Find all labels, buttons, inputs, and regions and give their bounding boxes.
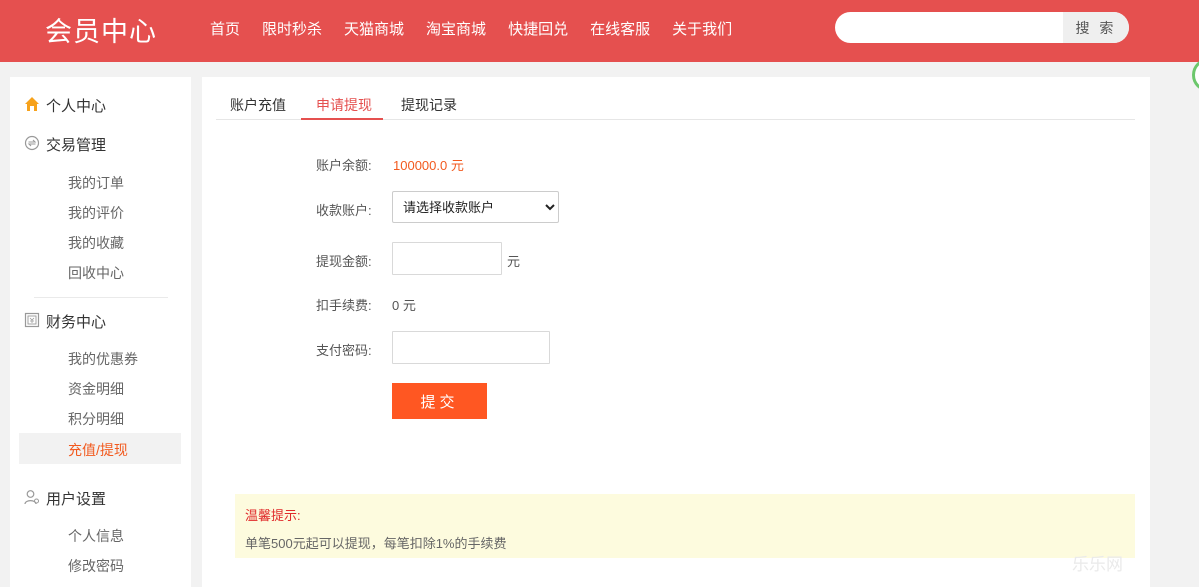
nav-taobao[interactable]: 淘宝商城 [426,18,486,39]
tip-title: 温馨提示: [245,508,301,523]
tab-recharge[interactable]: 账户充值 [230,95,286,115]
search-button[interactable]: 搜 索 [1063,12,1129,43]
sidebar-trade-header: 交易管理 [24,134,107,155]
balance-label: 账户余额: [316,158,372,173]
account-select[interactable]: 请选择收款账户 [392,191,559,223]
sidebar-item-points[interactable]: 积分明细 [68,409,124,429]
sidebar-item-recycle[interactable]: 回收中心 [68,263,124,283]
tab-withdraw-records[interactable]: 提现记录 [401,95,457,115]
sidebar-item-change-password[interactable]: 修改密码 [68,556,124,576]
tab-withdraw[interactable]: 申请提现 [316,95,372,115]
tab-bar: 账户充值 申请提现 提现记录 [216,77,1135,120]
submit-button[interactable]: 提交 [392,383,487,419]
search-input[interactable] [835,12,1063,43]
sidebar: 个人中心 交易管理 我的订单 我的评价 我的收藏 回收中心 财务中心 我的优惠券… [10,77,191,587]
exchange-icon [24,135,40,151]
password-input[interactable] [392,331,550,364]
password-label: 支付密码: [316,343,372,358]
sidebar-item-recharge-withdraw[interactable]: 充值/提现 [68,440,128,460]
user-settings-icon [24,490,39,505]
tip-box: 温馨提示: 单笔500元起可以提现，每笔扣除1%的手续费 [235,494,1135,558]
sidebar-divider [34,297,168,298]
floating-widget-icon[interactable] [1192,58,1199,92]
fee-label: 扣手续费: [316,298,372,313]
nav-online-service[interactable]: 在线客服 [590,18,650,39]
sidebar-item-coupons[interactable]: 我的优惠券 [68,349,138,369]
site-logo[interactable]: 会员中心 [45,10,157,49]
account-label: 收款账户: [316,203,372,218]
sidebar-user-title: 用户设置 [46,491,107,508]
sidebar-item-favorites[interactable]: 我的收藏 [68,233,124,253]
home-icon [25,97,39,111]
amount-input[interactable] [392,242,502,275]
search-bar: 搜 索 [835,12,1129,43]
nav-flash-sale[interactable]: 限时秒杀 [262,18,322,39]
amount-label: 提现金额: [316,254,372,269]
balance-value: 100000.0 元 [393,158,464,173]
main-panel: 账户充值 申请提现 提现记录 账户余额: 100000.0 元 收款账户: 请选… [202,77,1150,587]
sidebar-user-header: 用户设置 [24,488,107,509]
wallet-icon [24,312,40,328]
sidebar-item-orders[interactable]: 我的订单 [68,173,124,193]
sidebar-finance-header: 财务中心 [24,311,107,332]
sidebar-item-profile[interactable]: 个人信息 [68,526,124,546]
sidebar-trade-title: 交易管理 [46,137,107,154]
sidebar-item-reviews[interactable]: 我的评价 [68,203,124,223]
main-nav: 首页 限时秒杀 天猫商城 淘宝商城 快捷回兑 在线客服 关于我们 [210,18,754,39]
sidebar-finance-title: 财务中心 [46,314,107,331]
active-tab-indicator [301,118,383,120]
fee-value: 0 元 [392,298,416,313]
nav-about[interactable]: 关于我们 [672,18,732,39]
nav-quick-redeem[interactable]: 快捷回兑 [508,18,568,39]
sidebar-item-fund-details[interactable]: 资金明细 [68,379,124,399]
tip-text: 单笔500元起可以提现，每笔扣除1%的手续费 [245,536,507,551]
watermark-text: 乐乐网 [1072,555,1123,574]
nav-home[interactable]: 首页 [210,18,240,39]
nav-tmall[interactable]: 天猫商城 [344,18,404,39]
sidebar-personal-center-label: 个人中心 [46,98,107,115]
sidebar-personal-center[interactable]: 个人中心 [25,95,107,116]
top-header: 会员中心 首页 限时秒杀 天猫商城 淘宝商城 快捷回兑 在线客服 关于我们 搜 … [0,0,1199,62]
amount-unit: 元 [507,254,521,269]
